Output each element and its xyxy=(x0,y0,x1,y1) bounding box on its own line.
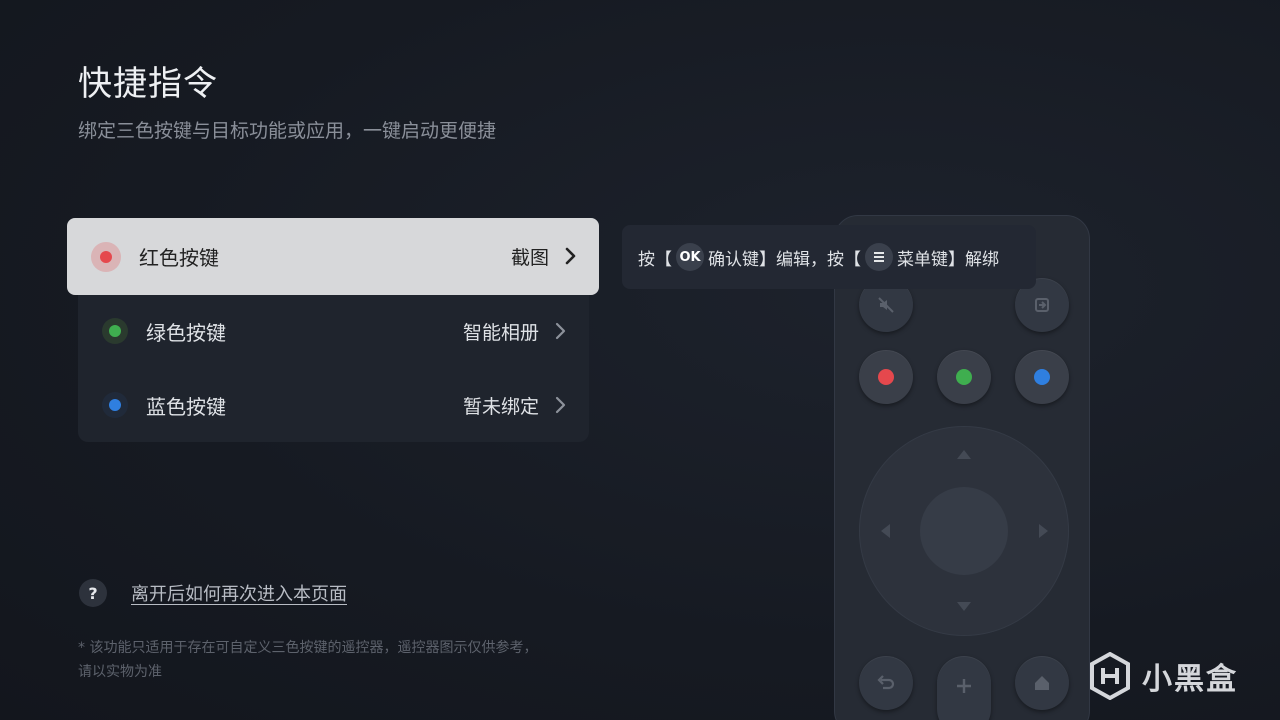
dpad xyxy=(859,426,1069,636)
watermark: 小黑盒 xyxy=(1088,648,1238,704)
option-label: 绿色按键 xyxy=(146,320,226,345)
dpad-down-icon xyxy=(957,602,971,611)
screen: 快捷指令 绑定三色按键与目标功能或应用，一键启动更便捷 红色按键 截图 绿色按键… xyxy=(0,0,1280,720)
chevron-right-icon xyxy=(555,396,566,414)
page-title: 快捷指令 xyxy=(78,64,218,104)
remote-red-button xyxy=(859,350,913,404)
dpad-ok xyxy=(920,487,1008,575)
option-value: 截图 xyxy=(510,247,549,269)
hint-tooltip: 按【 OK 确认键】编辑，按【 菜单键】解绑 xyxy=(622,225,1036,289)
dpad-right-icon xyxy=(1039,524,1048,538)
chevron-right-icon xyxy=(555,322,566,340)
menu-icon xyxy=(865,243,893,271)
blue-dot-icon xyxy=(102,392,128,418)
option-value: 暂未绑定 xyxy=(462,395,539,418)
option-green-button[interactable]: 绿色按键 智能相册 xyxy=(78,294,589,368)
option-label: 红色按键 xyxy=(139,246,219,270)
watermark-text: 小黑盒 xyxy=(1142,662,1238,697)
page-subtitle: 绑定三色按键与目标功能或应用，一键启动更便捷 xyxy=(78,120,497,142)
remote-illustration xyxy=(834,215,1090,720)
option-blue-button[interactable]: 蓝色按键 暂未绑定 xyxy=(78,368,589,442)
chevron-right-icon xyxy=(565,247,576,265)
question-icon[interactable]: ? xyxy=(79,579,107,607)
heybox-logo-icon xyxy=(1090,652,1130,700)
tooltip-prefix: 按【 xyxy=(638,249,672,270)
help-link[interactable]: 离开后如何再次进入本页面 xyxy=(131,580,347,606)
tooltip-menu-text: 菜单键】解绑 xyxy=(897,249,999,270)
option-value: 智能相册 xyxy=(462,321,539,344)
footnote-line2: 请以实物为准 xyxy=(78,664,162,680)
dpad-left-icon xyxy=(881,524,890,538)
home-icon xyxy=(1015,656,1069,710)
option-label: 蓝色按键 xyxy=(146,394,226,419)
red-dot-icon xyxy=(91,241,121,272)
dpad-up-icon xyxy=(957,450,971,459)
ok-key-badge: OK xyxy=(676,243,704,271)
back-icon xyxy=(859,656,913,710)
option-red-button[interactable]: 红色按键 截图 xyxy=(67,218,599,295)
footnote: * 该功能只适用于存在可自定义三色按键的遥控器，遥控器图示仅供参考， 请以实物为… xyxy=(78,636,618,684)
footnote-line1: * 该功能只适用于存在可自定义三色按键的遥控器，遥控器图示仅供参考， xyxy=(78,640,538,656)
tooltip-ok-text: 确认键】编辑，按【 xyxy=(708,249,861,270)
remote-blue-button xyxy=(1015,350,1069,404)
plus-icon xyxy=(937,656,991,720)
green-dot-icon xyxy=(102,318,128,344)
remote-green-button xyxy=(937,350,991,404)
